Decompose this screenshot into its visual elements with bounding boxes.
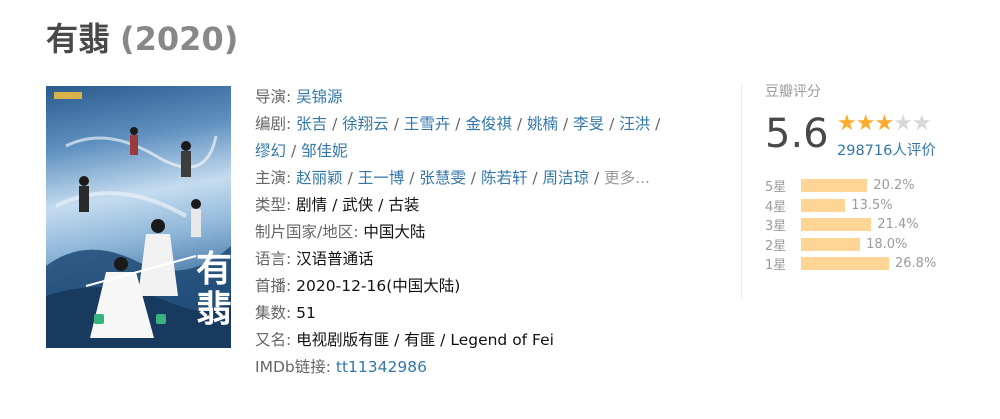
rating-divider bbox=[741, 84, 742, 298]
rating-panel: 豆瓣评分 5.6 ★★★★★ 298716人评价 5星 20.2% 4星 13.… bbox=[765, 78, 975, 274]
rating-bar-row: 3星 21.4% bbox=[765, 215, 975, 235]
imdb-row: IMDb链接: tt11342986 bbox=[255, 354, 725, 381]
aka-value: 电视剧版有匪 / 有匪 / Legend of Fei bbox=[296, 331, 554, 349]
rating-bar-row: 4星 13.5% bbox=[765, 196, 975, 216]
premiere-row: 首播: 2020-12-16(中国大陆) bbox=[255, 273, 725, 300]
director-row: 导演: 吴锦源 bbox=[255, 84, 725, 111]
rating-bar bbox=[801, 218, 872, 232]
cast-link[interactable]: 赵丽颖 bbox=[296, 169, 343, 187]
poster-image[interactable]: 有 翡 bbox=[46, 86, 231, 348]
rating-bar-percent: 18.0% bbox=[866, 236, 908, 252]
language-row: 语言: 汉语普通话 bbox=[255, 246, 725, 273]
genre-row: 类型: 剧情 / 武侠 / 古装 bbox=[255, 192, 725, 219]
rating-distribution: 5星 20.2% 4星 13.5% 3星 21.4% 2星 18.0% 1星 2… bbox=[765, 176, 975, 274]
title-year: (2020) bbox=[120, 20, 239, 58]
cast-link[interactable]: 张慧雯 bbox=[419, 169, 466, 187]
rating-bar bbox=[801, 237, 861, 251]
writer-link[interactable]: 邹佳妮 bbox=[301, 142, 348, 160]
poster-badge bbox=[54, 92, 82, 99]
country-row: 制片国家/地区: 中国大陆 bbox=[255, 219, 725, 246]
premiere-value: 2020-12-16(中国大陆) bbox=[296, 277, 461, 295]
rating-bar bbox=[801, 257, 889, 271]
star-empty-icon: ★ bbox=[893, 111, 913, 136]
platform-logo-icon bbox=[94, 314, 104, 324]
rating-label: 豆瓣评分 bbox=[765, 84, 821, 100]
rating-bar-label: 4星 bbox=[765, 199, 787, 215]
writer-link[interactable]: 李旻 bbox=[573, 115, 604, 133]
votes-link[interactable]: 298716人评价 bbox=[837, 139, 936, 160]
genre-value: 剧情 / 武侠 / 古装 bbox=[296, 196, 420, 214]
rating-bar-label: 5星 bbox=[765, 180, 787, 196]
rating-bar-label: 1星 bbox=[765, 258, 787, 274]
aka-row: 又名: 电视剧版有匪 / 有匪 / Legend of Fei bbox=[255, 327, 725, 354]
country-label: 制片国家/地区: bbox=[255, 223, 359, 241]
platform-logo-icon bbox=[156, 314, 166, 324]
episodes-row: 集数: 51 bbox=[255, 300, 725, 327]
rating-bar bbox=[801, 198, 846, 212]
episodes-label: 集数: bbox=[255, 304, 292, 322]
rating-bar-row: 1星 26.8% bbox=[765, 254, 975, 274]
writer-link[interactable]: 姚楠 bbox=[527, 115, 558, 133]
writer-link[interactable]: 王雪卉 bbox=[404, 115, 451, 133]
writer-link[interactable]: 汪洪 bbox=[619, 115, 650, 133]
language-label: 语言: bbox=[255, 250, 292, 268]
writer-link[interactable]: 张吉 bbox=[296, 115, 327, 133]
rating-bar-percent: 26.8% bbox=[895, 256, 937, 272]
writer-link[interactable]: 缪幻 bbox=[255, 142, 286, 160]
star-icon: ★ bbox=[874, 111, 894, 136]
premiere-label: 首播: bbox=[255, 277, 292, 295]
imdb-link[interactable]: tt11342986 bbox=[336, 358, 427, 376]
rating-bar-row: 2星 18.0% bbox=[765, 235, 975, 255]
cast-label: 主演: bbox=[255, 169, 292, 187]
episodes-value: 51 bbox=[296, 304, 316, 322]
rating-bar-label: 2星 bbox=[765, 238, 787, 254]
rating-bar-percent: 21.4% bbox=[877, 217, 919, 233]
writers-row: 编剧: 张吉 / 徐翔云 / 王雪卉 / 金俊祺 / 姚楠 / 李旻 / 汪洪 … bbox=[255, 115, 661, 160]
writer-link[interactable]: 金俊祺 bbox=[465, 115, 512, 133]
rating-bar-row: 5星 20.2% bbox=[765, 176, 975, 196]
rating-summary: 5.6 ★★★★★ 298716人评价 bbox=[765, 106, 975, 162]
cast-link[interactable]: 王一博 bbox=[358, 169, 405, 187]
cast-more-link[interactable]: 更多... bbox=[604, 169, 650, 187]
director-label: 导演: bbox=[255, 88, 292, 106]
director-link[interactable]: 吴锦源 bbox=[296, 88, 343, 106]
language-value: 汉语普通话 bbox=[296, 250, 374, 268]
aka-label: 又名: bbox=[255, 331, 292, 349]
poster-calligraphy-1: 有 bbox=[196, 248, 231, 290]
writer-link[interactable]: 徐翔云 bbox=[342, 115, 389, 133]
poster-calligraphy-2: 翡 bbox=[196, 288, 231, 330]
page-title: 有翡 (2020) bbox=[46, 14, 238, 64]
star-empty-icon: ★ bbox=[911, 111, 932, 136]
subject-info: 导演: 吴锦源 编剧: 张吉 / 徐翔云 / 王雪卉 / 金俊祺 / 姚楠 / … bbox=[255, 84, 725, 381]
title-text: 有翡 bbox=[46, 20, 111, 58]
cast-row: 主演: 赵丽颖 / 王一博 / 张慧雯 / 陈若轩 / 周洁琼 / 更多... bbox=[255, 169, 650, 187]
star-icon: ★ bbox=[837, 111, 857, 136]
rating-stars: ★★★★★ bbox=[837, 111, 932, 136]
writers-label: 编剧: bbox=[255, 115, 292, 133]
imdb-label: IMDb链接: bbox=[255, 358, 331, 376]
rating-bar bbox=[801, 179, 868, 193]
rating-bar-label: 3星 bbox=[765, 219, 787, 235]
genre-label: 类型: bbox=[255, 196, 292, 214]
cast-link[interactable]: 周洁琼 bbox=[543, 169, 590, 187]
cast-link[interactable]: 陈若轩 bbox=[481, 169, 528, 187]
poster-art: 有 翡 bbox=[46, 92, 231, 348]
rating-bar-percent: 20.2% bbox=[873, 178, 915, 194]
star-icon: ★ bbox=[855, 111, 876, 136]
country-value: 中国大陆 bbox=[363, 223, 426, 241]
rating-score: 5.6 bbox=[765, 111, 829, 157]
rating-bar-percent: 13.5% bbox=[851, 197, 893, 213]
